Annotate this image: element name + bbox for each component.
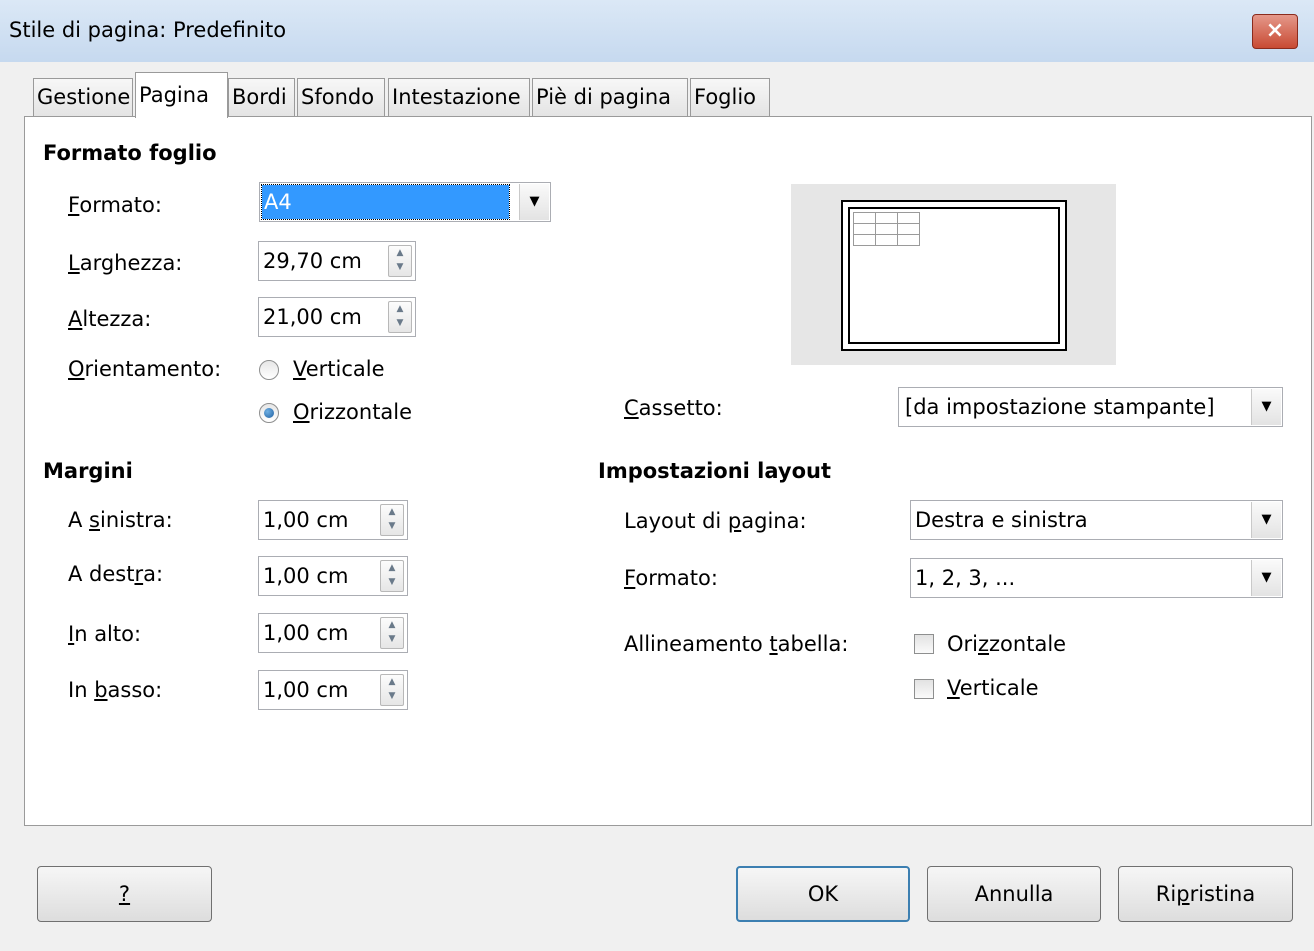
tab-intestazione[interactable]: Intestazione [388,78,530,116]
page-preview [791,184,1116,365]
reset-button[interactable]: Ripristina [1118,866,1293,922]
align-vertical-label[interactable]: Verticale [947,676,1039,700]
width-value: 29,70 cm [263,249,362,273]
tab-pagina[interactable]: Pagina [135,72,228,118]
help-button[interactable]: ? [37,866,212,922]
title-bar: Stile di pagina: Predefinito × [0,0,1314,62]
page-layout-label: Layout di pagina: [624,509,807,533]
section-margins-heading: Margini [43,459,133,483]
section-layout-heading: Impostazioni layout [598,459,831,483]
chevron-down-icon[interactable]: ▼ [1251,560,1281,596]
window-title: Stile di pagina: Predefinito [9,18,287,42]
spin-arrows-icon[interactable]: ▲ ▼ [380,674,404,706]
tab-pie-di-pagina[interactable]: Piè di pagina [532,78,688,116]
orientation-landscape-label[interactable]: Orizzontale [293,400,412,424]
orientation-portrait-label[interactable]: Verticale [293,357,385,381]
tray-select[interactable]: [da impostazione stampante] ▼ [898,387,1283,427]
numbering-format-label: Formato: [624,566,718,590]
margin-right-label: A destra: [68,562,164,586]
margin-top-value: 1,00 cm [263,621,349,645]
section-paper-format-heading: Formato foglio [43,141,217,165]
numbering-format-value: 1, 2, 3, ... [915,566,1016,590]
align-vertical-checkbox[interactable] [914,679,934,699]
tray-label: Cassetto: [624,396,723,420]
format-selection-highlight [261,184,510,220]
align-horizontal-label[interactable]: Orizzontale [947,632,1066,656]
preview-page [841,200,1067,351]
margin-left-value: 1,00 cm [263,508,349,532]
margin-left-stepper[interactable]: 1,00 cm ▲ ▼ [258,500,408,540]
numbering-format-select[interactable]: 1, 2, 3, ... ▼ [910,558,1283,598]
chevron-down-icon[interactable]: ▼ [1251,389,1281,425]
spin-arrows-icon[interactable]: ▲ ▼ [380,560,404,592]
margin-right-stepper[interactable]: 1,00 cm ▲ ▼ [258,556,408,596]
tray-select-value: [da impostazione stampante] [905,395,1215,419]
tab-foglio[interactable]: Foglio [690,78,770,116]
page-layout-value: Destra e sinistra [915,508,1088,532]
margin-bottom-value: 1,00 cm [263,678,349,702]
height-label: Altezza: [68,307,152,331]
spin-arrows-icon[interactable]: ▲ ▼ [380,617,404,649]
spin-arrows-icon[interactable]: ▲ ▼ [388,245,412,277]
table-alignment-label: Allineamento tabella: [624,632,849,656]
page-layout-select[interactable]: Destra e sinistra ▼ [910,500,1283,540]
orientation-label: Orientamento: [68,357,222,381]
tab-sfondo[interactable]: Sfondo [297,78,385,116]
margin-left-label: A sinistra: [68,508,173,532]
tab-gestione[interactable]: Gestione [33,78,133,116]
format-select[interactable]: A4 ▼ [259,182,551,222]
width-label: Larghezza: [68,251,183,275]
height-value: 21,00 cm [263,305,362,329]
ok-button[interactable]: OK [736,866,910,922]
orientation-landscape-radio[interactable] [259,403,279,423]
margin-top-label: In alto: [68,622,142,646]
align-horizontal-checkbox[interactable] [914,634,934,654]
spin-arrows-icon[interactable]: ▲ ▼ [388,301,412,333]
cancel-button[interactable]: Annulla [927,866,1101,922]
format-label: Formato: [68,193,162,217]
format-select-value: A4 [264,190,292,214]
margin-bottom-stepper[interactable]: 1,00 cm ▲ ▼ [258,670,408,710]
margin-bottom-label: In basso: [68,678,163,702]
preview-cell-grid [853,212,920,246]
preview-margin-box [848,207,1060,344]
spin-arrows-icon[interactable]: ▲ ▼ [380,504,404,536]
tab-bordi[interactable]: Bordi [228,78,295,116]
height-stepper[interactable]: 21,00 cm ▲ ▼ [258,297,416,337]
margin-top-stepper[interactable]: 1,00 cm ▲ ▼ [258,613,408,653]
chevron-down-icon[interactable]: ▼ [1251,502,1281,538]
margin-right-value: 1,00 cm [263,564,349,588]
close-button[interactable]: × [1252,14,1298,49]
chevron-down-icon[interactable]: ▼ [519,184,549,220]
orientation-portrait-radio[interactable] [259,360,279,380]
width-stepper[interactable]: 29,70 cm ▲ ▼ [258,241,416,281]
